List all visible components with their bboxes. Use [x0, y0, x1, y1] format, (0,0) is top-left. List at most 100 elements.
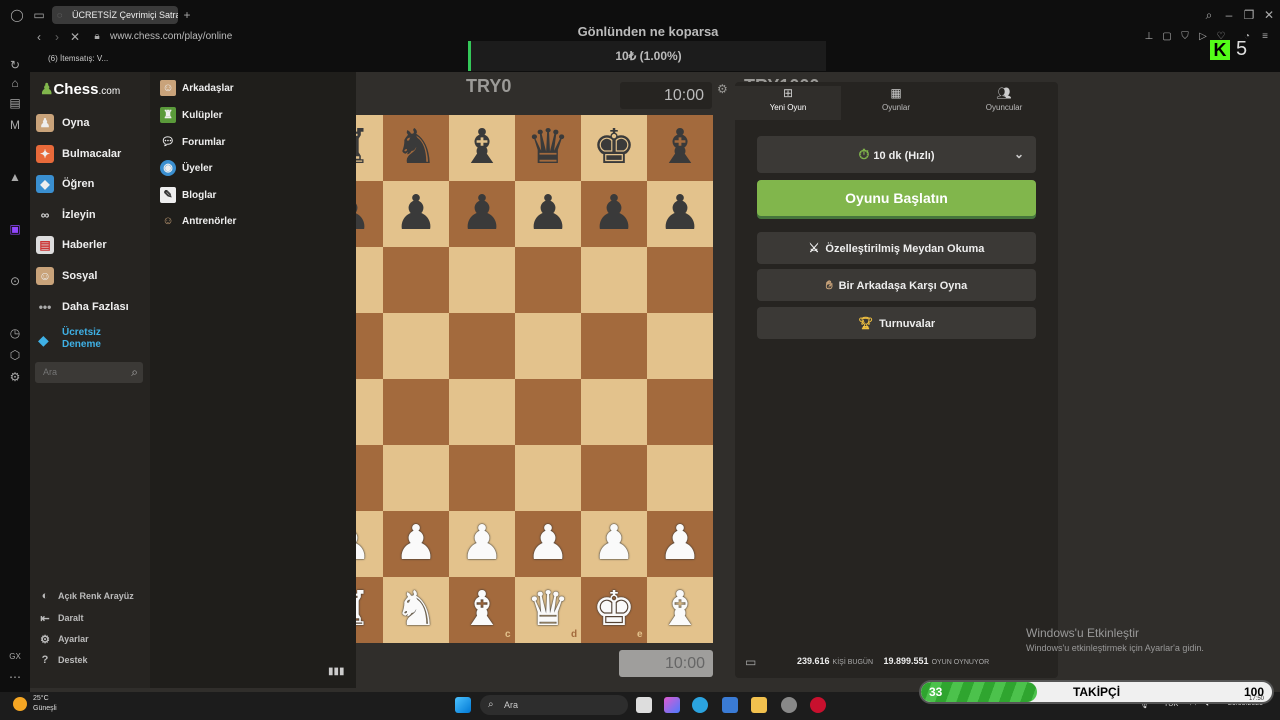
black-king-piece[interactable]: ♚: [581, 115, 647, 181]
edge-icon[interactable]: [692, 697, 708, 713]
light-theme-toggle[interactable]: ◐ Açık Renk Arayüz: [38, 588, 134, 604]
board-square[interactable]: [356, 247, 383, 313]
explorer-icon[interactable]: [751, 697, 767, 713]
copilot-icon[interactable]: [664, 697, 680, 713]
submenu-clubs[interactable]: ♜ Kulüpler: [160, 105, 223, 125]
board-square[interactable]: [449, 379, 515, 445]
play-friend-button[interactable]: ✋︎ Bir Arkadaşa Karşı Oyna: [757, 269, 1036, 301]
search-icon[interactable]: ⌕: [131, 362, 138, 383]
new-tab-icon[interactable]: +: [180, 8, 194, 22]
black-queen-piece[interactable]: ♛: [515, 115, 581, 181]
board-square[interactable]: [581, 445, 647, 511]
tab-players[interactable]: 👥︎ Oyuncular: [951, 86, 1057, 120]
black-pawn-piece[interactable]: ♟: [449, 181, 515, 247]
browser-tab[interactable]: ◌ ÜCRETSİZ Çevrimiçi Satra: [52, 6, 178, 24]
board-square[interactable]: [515, 445, 581, 511]
support-link[interactable]: ? Destek: [38, 652, 88, 668]
chess-logo[interactable]: ♟Chess.com: [40, 80, 120, 98]
weather-widget[interactable]: 25°C Güneşli: [33, 694, 57, 714]
nav-item-news[interactable]: ▤ Haberler: [36, 232, 107, 258]
board-settings-icon[interactable]: ⚙: [717, 82, 728, 96]
white-bishop-piece[interactable]: ♝: [647, 577, 713, 643]
board-square[interactable]: [647, 445, 713, 511]
bag-icon[interactable]: ⌂: [8, 76, 22, 90]
opera-gx-icon[interactable]: [810, 697, 826, 713]
refresh-icon[interactable]: ↻: [8, 58, 22, 72]
stop-icon[interactable]: ✕: [68, 30, 82, 44]
black-pawn-piece[interactable]: ♟: [515, 181, 581, 247]
maximize-icon[interactable]: ❐: [1242, 8, 1256, 22]
tab-games[interactable]: ▦ Oyunlar: [843, 86, 949, 120]
board-square[interactable]: [647, 313, 713, 379]
store-icon[interactable]: [722, 697, 738, 713]
submenu-forums[interactable]: 💬︎ Forumlar: [160, 132, 225, 152]
white-pawn-piece[interactable]: ♟: [515, 511, 581, 577]
forward-icon[interactable]: ›: [50, 30, 64, 44]
extensions-icon[interactable]: ⬡: [8, 348, 22, 362]
app-icon[interactable]: [781, 697, 797, 713]
back-icon[interactable]: ‹: [32, 30, 46, 44]
submenu-friends[interactable]: ☺ Arkadaşlar: [160, 78, 234, 98]
board-square[interactable]: [383, 247, 449, 313]
free-trial-link[interactable]: Ücretsiz Deneme: [62, 327, 101, 351]
board-square[interactable]: [647, 379, 713, 445]
custom-challenge-button[interactable]: ⚔︎ Özelleştirilmiş Meydan Okuma: [757, 232, 1036, 264]
board-square[interactable]: [356, 313, 383, 379]
twitch-icon[interactable]: ▣: [8, 222, 22, 236]
snapshot-icon[interactable]: ▢: [1160, 30, 1174, 44]
nav-item-more[interactable]: ••• Daha Fazlası: [36, 294, 129, 320]
start-game-button[interactable]: Oyunu Başlatın: [757, 180, 1036, 216]
black-knight-piece[interactable]: ♞: [383, 115, 449, 181]
board-square[interactable]: [581, 313, 647, 379]
nav-item-learn[interactable]: ◆ Öğren: [36, 171, 94, 197]
board-square[interactable]: [515, 247, 581, 313]
time-control-select[interactable]: ⏱︎ 10 dk (Hızlı) ⌄: [757, 136, 1036, 173]
white-pawn-piece[interactable]: ♟: [581, 511, 647, 577]
nav-search-input[interactable]: [43, 367, 123, 377]
board-square[interactable]: [383, 379, 449, 445]
nav-item-play[interactable]: ♟ Oyna: [36, 110, 90, 136]
news-icon[interactable]: ▤: [8, 96, 22, 110]
black-rook-piece[interactable]: ♜: [356, 115, 383, 181]
board-square[interactable]: [647, 247, 713, 313]
white-pawn-piece[interactable]: ♟: [383, 511, 449, 577]
history-icon[interactable]: ◷: [8, 326, 22, 340]
player-icon[interactable]: ▷: [1196, 30, 1210, 44]
board-square[interactable]: [383, 445, 449, 511]
board-square[interactable]: [515, 379, 581, 445]
opera-logo-icon[interactable]: ◯: [10, 8, 24, 22]
nav-search[interactable]: ⌕: [35, 362, 143, 383]
submenu-members[interactable]: ◉ Üyeler: [160, 158, 213, 178]
black-pawn-piece[interactable]: ♟: [581, 181, 647, 247]
nav-item-social[interactable]: ☺ Sosyal: [36, 263, 97, 289]
menu-icon[interactable]: ≡: [1258, 30, 1272, 44]
settings-icon[interactable]: ⚙: [8, 370, 22, 384]
start-icon[interactable]: [455, 697, 471, 713]
address-bar[interactable]: www.chess.com/play/online: [110, 31, 232, 42]
gamepad-icon[interactable]: ▭: [32, 8, 46, 22]
pin-icon[interactable]: ⊥: [1142, 30, 1156, 44]
white-pawn-piece[interactable]: ♟: [647, 511, 713, 577]
task-view-icon[interactable]: [636, 697, 652, 713]
submenu-blogs[interactable]: ✎ Bloglar: [160, 185, 216, 205]
board-square[interactable]: [581, 379, 647, 445]
music-icon[interactable]: ⊙: [8, 274, 22, 288]
white-rook-piece[interactable]: ♜: [356, 577, 383, 643]
board-square[interactable]: [449, 445, 515, 511]
board-square[interactable]: [581, 247, 647, 313]
black-bishop-piece[interactable]: ♝: [449, 115, 515, 181]
settings-link[interactable]: ⚙ Ayarlar: [38, 631, 89, 647]
black-pawn-piece[interactable]: ♟: [383, 181, 449, 247]
taskbar-search[interactable]: ⌕ Ara: [480, 695, 628, 715]
tournaments-button[interactable]: 🏆︎ Turnuvalar: [757, 307, 1036, 339]
nav-item-watch[interactable]: ∞ İzleyin: [36, 202, 96, 228]
more-icon[interactable]: ⋯: [8, 670, 22, 684]
shield-icon[interactable]: ⛉: [1178, 30, 1192, 44]
submenu-coaches[interactable]: ☺ Antrenörler: [160, 211, 236, 231]
close-icon[interactable]: ✕: [1262, 8, 1276, 22]
board-square[interactable]: [449, 313, 515, 379]
minimize-icon[interactable]: –: [1222, 8, 1236, 22]
chess-board[interactable]: ♜♞♝♛♚♝♞♜♟♟♟♟♟♟♟♟♟♟♟♟♟♟♟♟♜♞♝♛♚♝♞♜cdegh: [356, 115, 713, 643]
messenger-icon[interactable]: M: [8, 118, 22, 132]
white-knight-piece[interactable]: ♞: [383, 577, 449, 643]
